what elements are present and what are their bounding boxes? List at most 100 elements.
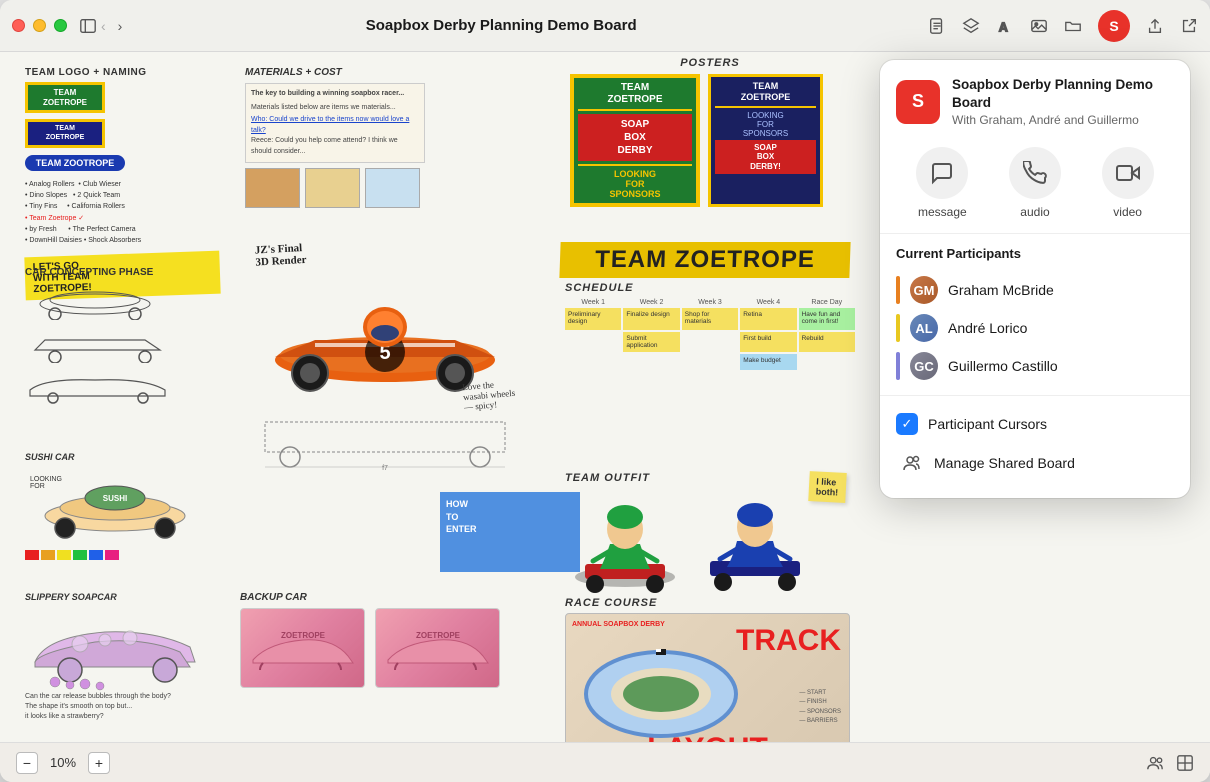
materials-items xyxy=(245,168,485,208)
layers-icon[interactable] xyxy=(962,17,980,35)
traffic-lights xyxy=(12,19,67,32)
folder-icon[interactable] xyxy=(1064,17,1082,35)
car-note: Love thewasabi wheels— spicy! xyxy=(462,378,517,412)
zoom-controls: − 10% + xyxy=(16,752,110,774)
popover-divider xyxy=(880,395,1190,396)
guillermo-color-bar xyxy=(896,352,900,380)
team-names-list: • Analog Rollers • Club Wieser • Dino Sl… xyxy=(25,179,220,246)
manage-shared-board-option[interactable]: Manage Shared Board xyxy=(896,442,1174,484)
race-course-section: RACE COURSE ANNUAL SOAPBOX DERBY TRACK L… xyxy=(565,597,850,742)
team-logo-title: TEAM LOGO + NAMING xyxy=(25,67,220,78)
collaborators-icon[interactable] xyxy=(1146,754,1164,772)
message-icon-circle xyxy=(916,147,968,199)
materials-section: MATERIALS + COST The key to building a w… xyxy=(245,67,485,208)
popover-board-info: Soapbox Derby Planning Demo Board With G… xyxy=(952,76,1174,127)
share-icon[interactable] xyxy=(1146,17,1164,35)
car-sketch-3 xyxy=(25,368,275,404)
message-action-label: message xyxy=(918,205,967,219)
titlebar: ‹ › Soapbox Derby Planning Demo Board A … xyxy=(0,0,1210,52)
video-icon-circle xyxy=(1102,147,1154,199)
minimize-button[interactable] xyxy=(33,19,46,32)
participant-graham[interactable]: GM Graham McBride xyxy=(896,271,1174,309)
participant-cursors-option[interactable]: ✓ Participant Cursors xyxy=(896,406,1174,442)
dimensions-sketch: f7 xyxy=(255,417,545,474)
svg-text:f7: f7 xyxy=(382,465,388,472)
track-label: TRACK xyxy=(736,626,841,656)
participant-guillermo[interactable]: GC Guillermo Castillo xyxy=(896,347,1174,385)
posters-section: POSTERS TEAMZOETROPE SOAPBOXDERBY LOOKIN… xyxy=(570,57,850,207)
posters-title: POSTERS xyxy=(570,57,850,69)
logo-zoetrope-green: TEAMZOETROPE xyxy=(25,82,105,113)
car-sketch-2 xyxy=(25,325,275,363)
participants-title: Current Participants xyxy=(896,246,1174,261)
sharing-popover: S Soapbox Derby Planning Demo Board With… xyxy=(880,60,1190,498)
sushi-car-title: SUSHI CAR xyxy=(25,452,205,462)
participant-andre[interactable]: AL André Lorico xyxy=(896,309,1174,347)
toolbar-icons: A S xyxy=(928,10,1198,42)
backup-car-photos: ZOETROPE ZOETROPE xyxy=(240,608,520,688)
user-avatar[interactable]: S xyxy=(1098,10,1130,42)
audio-action-button[interactable]: audio xyxy=(1009,147,1061,219)
schedule-row-2: Submit application First build Rebuild xyxy=(565,332,855,352)
poster-right: TEAMZOETROPE LOOKINGFORSPONSORS SOAPBOXD… xyxy=(708,74,823,207)
character-1 xyxy=(565,489,685,599)
sushi-car-section: SUSHI CAR SUSHI LOOKING FOR xyxy=(25,452,205,560)
svg-text:ZOETROPE: ZOETROPE xyxy=(280,631,325,640)
schedule-row-1: Preliminary design Finalize design Shop … xyxy=(565,308,855,330)
graham-avatar: GM xyxy=(910,276,938,304)
car-concepting-section: CAR CONCEPTING PHASE xyxy=(25,267,275,404)
maximize-button[interactable] xyxy=(54,19,67,32)
sushi-car-sketch: SUSHI LOOKING FOR xyxy=(25,466,205,546)
outfit-characters: I likeboth! xyxy=(565,489,845,599)
race-course-title: RACE COURSE xyxy=(565,597,850,609)
schedule-section: SCHEDULE Week 1 Week 2 Week 3 Week 4 Rac… xyxy=(565,282,855,370)
close-button[interactable] xyxy=(12,19,25,32)
document-icon[interactable] xyxy=(928,17,946,35)
popover-header: S Soapbox Derby Planning Demo Board With… xyxy=(880,60,1190,139)
participants-section: Current Participants GM Graham McBride A… xyxy=(880,234,1190,385)
slippery-section: SLIPPERY SOAPCAR xyxy=(25,592,225,721)
yellow-banner-section: TEAM ZOETROPE xyxy=(560,242,850,280)
popover-board-icon: S xyxy=(896,80,940,124)
graham-name: Graham McBride xyxy=(948,282,1174,298)
manage-board-label: Manage Shared Board xyxy=(934,455,1075,471)
poster-left: TEAMZOETROPE SOAPBOXDERBY LOOKINGFORSPON… xyxy=(570,74,700,207)
app-window: ‹ › Soapbox Derby Planning Demo Board A … xyxy=(0,0,1210,782)
bottom-right-icons xyxy=(1146,754,1194,772)
guillermo-avatar: GC xyxy=(910,352,938,380)
materials-title: MATERIALS + COST xyxy=(245,67,485,78)
andre-name: André Lorico xyxy=(948,320,1174,336)
message-action-button[interactable]: message xyxy=(916,147,968,219)
backup-car-photo-1: ZOETROPE xyxy=(240,608,365,688)
svg-text:A: A xyxy=(999,20,1008,34)
team-logo-section: TEAM LOGO + NAMING TEAMZOETROPE TEAMZOET… xyxy=(25,67,220,297)
video-action-button[interactable]: video xyxy=(1102,147,1154,219)
i-like-both-note: I likeboth! xyxy=(808,471,846,503)
action-row: message audio video xyxy=(880,139,1190,234)
materials-doc: The key to building a winning soapbox ra… xyxy=(245,83,425,163)
external-link-icon[interactable] xyxy=(1180,17,1198,35)
car-sketches xyxy=(25,282,275,404)
render-label: JZ's Final3D Render xyxy=(255,229,546,268)
character-2 xyxy=(695,489,815,599)
how-to-enter-section: HOWTOENTER xyxy=(440,492,580,572)
svg-text:FOR: FOR xyxy=(30,483,45,490)
logo-oval-blue: TEAM ZOOTROPE xyxy=(25,155,125,171)
text-icon[interactable]: A xyxy=(996,17,1014,35)
color-swatches xyxy=(25,550,205,560)
annual-label: ANNUAL SOAPBOX DERBY xyxy=(572,620,665,629)
slippery-car-sketch xyxy=(25,602,225,692)
popover-board-members: With Graham, André and Guillermo xyxy=(952,113,1174,127)
andre-color-bar xyxy=(896,314,900,342)
zoom-in-button[interactable]: + xyxy=(88,752,110,774)
schedule-headers: Week 1 Week 2 Week 3 Week 4 Race Day xyxy=(565,299,855,306)
track-legend: — START— FINISH— SPONSORS— BARRIERS xyxy=(799,689,841,727)
logo-zoetrope-blue: TEAMZOETROPE xyxy=(25,119,105,148)
zoom-out-button[interactable]: − xyxy=(16,752,38,774)
image-icon[interactable] xyxy=(1030,17,1048,35)
cursors-option-label: Participant Cursors xyxy=(928,416,1047,432)
svg-text:ZOETROPE: ZOETROPE xyxy=(415,631,460,640)
cursors-checkbox-icon: ✓ xyxy=(896,413,918,435)
grid-view-icon[interactable] xyxy=(1176,754,1194,772)
backup-car-title: BACKUP CAR xyxy=(240,592,520,603)
